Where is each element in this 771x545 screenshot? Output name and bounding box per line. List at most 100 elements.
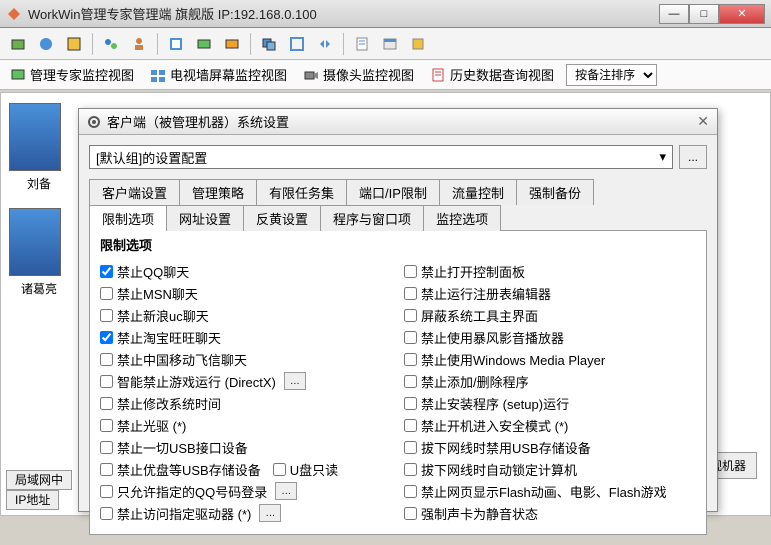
view-expert-monitor[interactable]: 管理专家监控视图 xyxy=(6,63,138,86)
tab-1[interactable]: 管理策略 xyxy=(179,179,257,205)
checkbox[interactable] xyxy=(100,463,113,476)
tab-ip[interactable]: IP地址 xyxy=(6,490,59,510)
tab-5[interactable]: 强制备份 xyxy=(516,179,594,205)
toolbar-btn-2[interactable] xyxy=(34,32,58,56)
tab-2[interactable]: 有限任务集 xyxy=(256,179,347,205)
checkbox[interactable] xyxy=(100,419,113,432)
checkbox[interactable] xyxy=(100,441,113,454)
checkbox[interactable] xyxy=(404,441,417,454)
checkbox[interactable] xyxy=(404,397,417,410)
tvwall-icon xyxy=(150,67,166,83)
restrict-left-11[interactable]: 禁止访问指定驱动器 (*)… xyxy=(100,502,392,524)
checkbox[interactable] xyxy=(404,507,417,520)
restrict-right-7[interactable]: 禁止开机进入安全模式 (*) xyxy=(404,414,696,436)
client-name-2: 诸葛亮 xyxy=(9,280,69,297)
restrict-right-8[interactable]: 拔下网线时禁用USB存储设备 xyxy=(404,436,696,458)
tab2-3[interactable]: 程序与窗口项 xyxy=(320,205,424,231)
restrict-left-7[interactable]: 禁止光驱 (*) xyxy=(100,414,392,436)
config-browse-button[interactable]: ... xyxy=(679,145,707,169)
restrict-right-5[interactable]: 禁止添加/删除程序 xyxy=(404,370,696,392)
close-button[interactable]: ✕ xyxy=(719,4,765,24)
ellipsis-button[interactable]: … xyxy=(284,372,306,390)
checkbox[interactable] xyxy=(404,463,417,476)
restrict-right-6[interactable]: 禁止安装程序 (setup)运行 xyxy=(404,392,696,414)
restrict-left-5[interactable]: 智能禁止游戏运行 (DirectX)… xyxy=(100,370,392,392)
checkbox[interactable] xyxy=(100,485,113,498)
checkbox[interactable] xyxy=(100,397,113,410)
toolbar-btn-10[interactable] xyxy=(285,32,309,56)
restrict-right-10[interactable]: 禁止网页显示Flash动画、电影、Flash游戏 xyxy=(404,480,696,502)
dialog-close-icon[interactable]: ✕ xyxy=(697,113,709,130)
toolbar-btn-4[interactable] xyxy=(99,32,123,56)
checkbox[interactable] xyxy=(404,331,417,344)
checkbox[interactable] xyxy=(404,353,417,366)
checkbox[interactable] xyxy=(404,419,417,432)
toolbar-btn-11[interactable] xyxy=(313,32,337,56)
view-tv-wall[interactable]: 电视墙屏幕监控视图 xyxy=(146,63,291,86)
toolbar-btn-8[interactable] xyxy=(220,32,244,56)
maximize-button[interactable]: □ xyxy=(689,4,719,24)
tab2-4[interactable]: 监控选项 xyxy=(423,205,501,231)
toolbar-btn-12[interactable] xyxy=(350,32,374,56)
checkbox[interactable] xyxy=(100,375,113,388)
view-camera[interactable]: 摄像头监控视图 xyxy=(299,63,418,86)
toolbar-btn-5[interactable] xyxy=(127,32,151,56)
restrict-right-3[interactable]: 禁止使用暴风影音播放器 xyxy=(404,326,696,348)
restrict-right-9[interactable]: 拔下网线时自动锁定计算机 xyxy=(404,458,696,480)
restrict-left-2[interactable]: 禁止新浪uc聊天 xyxy=(100,304,392,326)
udisk-readonly-checkbox[interactable] xyxy=(273,463,286,476)
checkbox[interactable] xyxy=(100,353,113,366)
app-icon xyxy=(6,6,22,22)
restrict-right-11[interactable]: 强制声卡为静音状态 xyxy=(404,502,696,524)
restrict-left-0[interactable]: 禁止QQ聊天 xyxy=(100,260,392,282)
restrict-left-9[interactable]: 禁止优盘等USB存储设备U盘只读 xyxy=(100,458,392,480)
checkbox[interactable] xyxy=(100,331,113,344)
toolbar-btn-1[interactable] xyxy=(6,32,30,56)
checkbox[interactable] xyxy=(100,507,113,520)
checkbox[interactable] xyxy=(100,309,113,322)
restrict-right-2[interactable]: 屏蔽系统工具主界面 xyxy=(404,304,696,326)
client-thumb-1[interactable] xyxy=(9,103,61,171)
sort-select[interactable]: 按备注排序 xyxy=(566,64,657,86)
monitor-icon xyxy=(10,67,26,83)
view-history[interactable]: 历史数据查询视图 xyxy=(426,63,558,86)
restrict-left-8[interactable]: 禁止一切USB接口设备 xyxy=(100,436,392,458)
config-profile-select[interactable]: [默认组]的设置配置 ▾ xyxy=(89,145,673,169)
main-toolbar xyxy=(0,28,771,60)
checkbox[interactable] xyxy=(404,265,417,278)
restrict-left-3[interactable]: 禁止淘宝旺旺聊天 xyxy=(100,326,392,348)
tab-3[interactable]: 端口/IP限制 xyxy=(346,179,440,205)
ellipsis-button[interactable]: … xyxy=(259,504,281,522)
client-thumb-2[interactable] xyxy=(9,208,61,276)
restrict-left-6[interactable]: 禁止修改系统时间 xyxy=(100,392,392,414)
checkbox[interactable] xyxy=(100,265,113,278)
toolbar-btn-3[interactable] xyxy=(62,32,86,56)
ellipsis-button[interactable]: … xyxy=(275,482,297,500)
client-name-1: 刘备 xyxy=(9,175,69,192)
toolbar-btn-14[interactable] xyxy=(406,32,430,56)
checkbox[interactable] xyxy=(100,287,113,300)
restrict-left-4[interactable]: 禁止中国移动飞信聊天 xyxy=(100,348,392,370)
restrict-left-10[interactable]: 只允许指定的QQ号码登录… xyxy=(100,480,392,502)
tab-0[interactable]: 客户端设置 xyxy=(89,179,180,205)
tab2-0[interactable]: 限制选项 xyxy=(89,205,167,231)
tab2-1[interactable]: 网址设置 xyxy=(166,205,244,231)
toolbar-btn-13[interactable] xyxy=(378,32,402,56)
checkbox[interactable] xyxy=(404,485,417,498)
toolbar-btn-9[interactable] xyxy=(257,32,281,56)
minimize-button[interactable]: — xyxy=(659,4,689,24)
restrict-right-4[interactable]: 禁止使用Windows Media Player xyxy=(404,348,696,370)
checkbox[interactable] xyxy=(404,375,417,388)
checkbox[interactable] xyxy=(404,287,417,300)
restrict-left-1[interactable]: 禁止MSN聊天 xyxy=(100,282,392,304)
tab2-2[interactable]: 反黄设置 xyxy=(243,205,321,231)
tab-lan[interactable]: 局域网中 xyxy=(6,470,72,490)
dialog-title: 客户端（被管理机器）系统设置 xyxy=(107,112,289,131)
toolbar-btn-6[interactable] xyxy=(164,32,188,56)
view-bar: 管理专家监控视图 电视墙屏幕监控视图 摄像头监控视图 历史数据查询视图 按备注排… xyxy=(0,60,771,90)
tab-4[interactable]: 流量控制 xyxy=(439,179,517,205)
restrict-right-1[interactable]: 禁止运行注册表编辑器 xyxy=(404,282,696,304)
restrict-right-0[interactable]: 禁止打开控制面板 xyxy=(404,260,696,282)
checkbox[interactable] xyxy=(404,309,417,322)
toolbar-btn-7[interactable] xyxy=(192,32,216,56)
